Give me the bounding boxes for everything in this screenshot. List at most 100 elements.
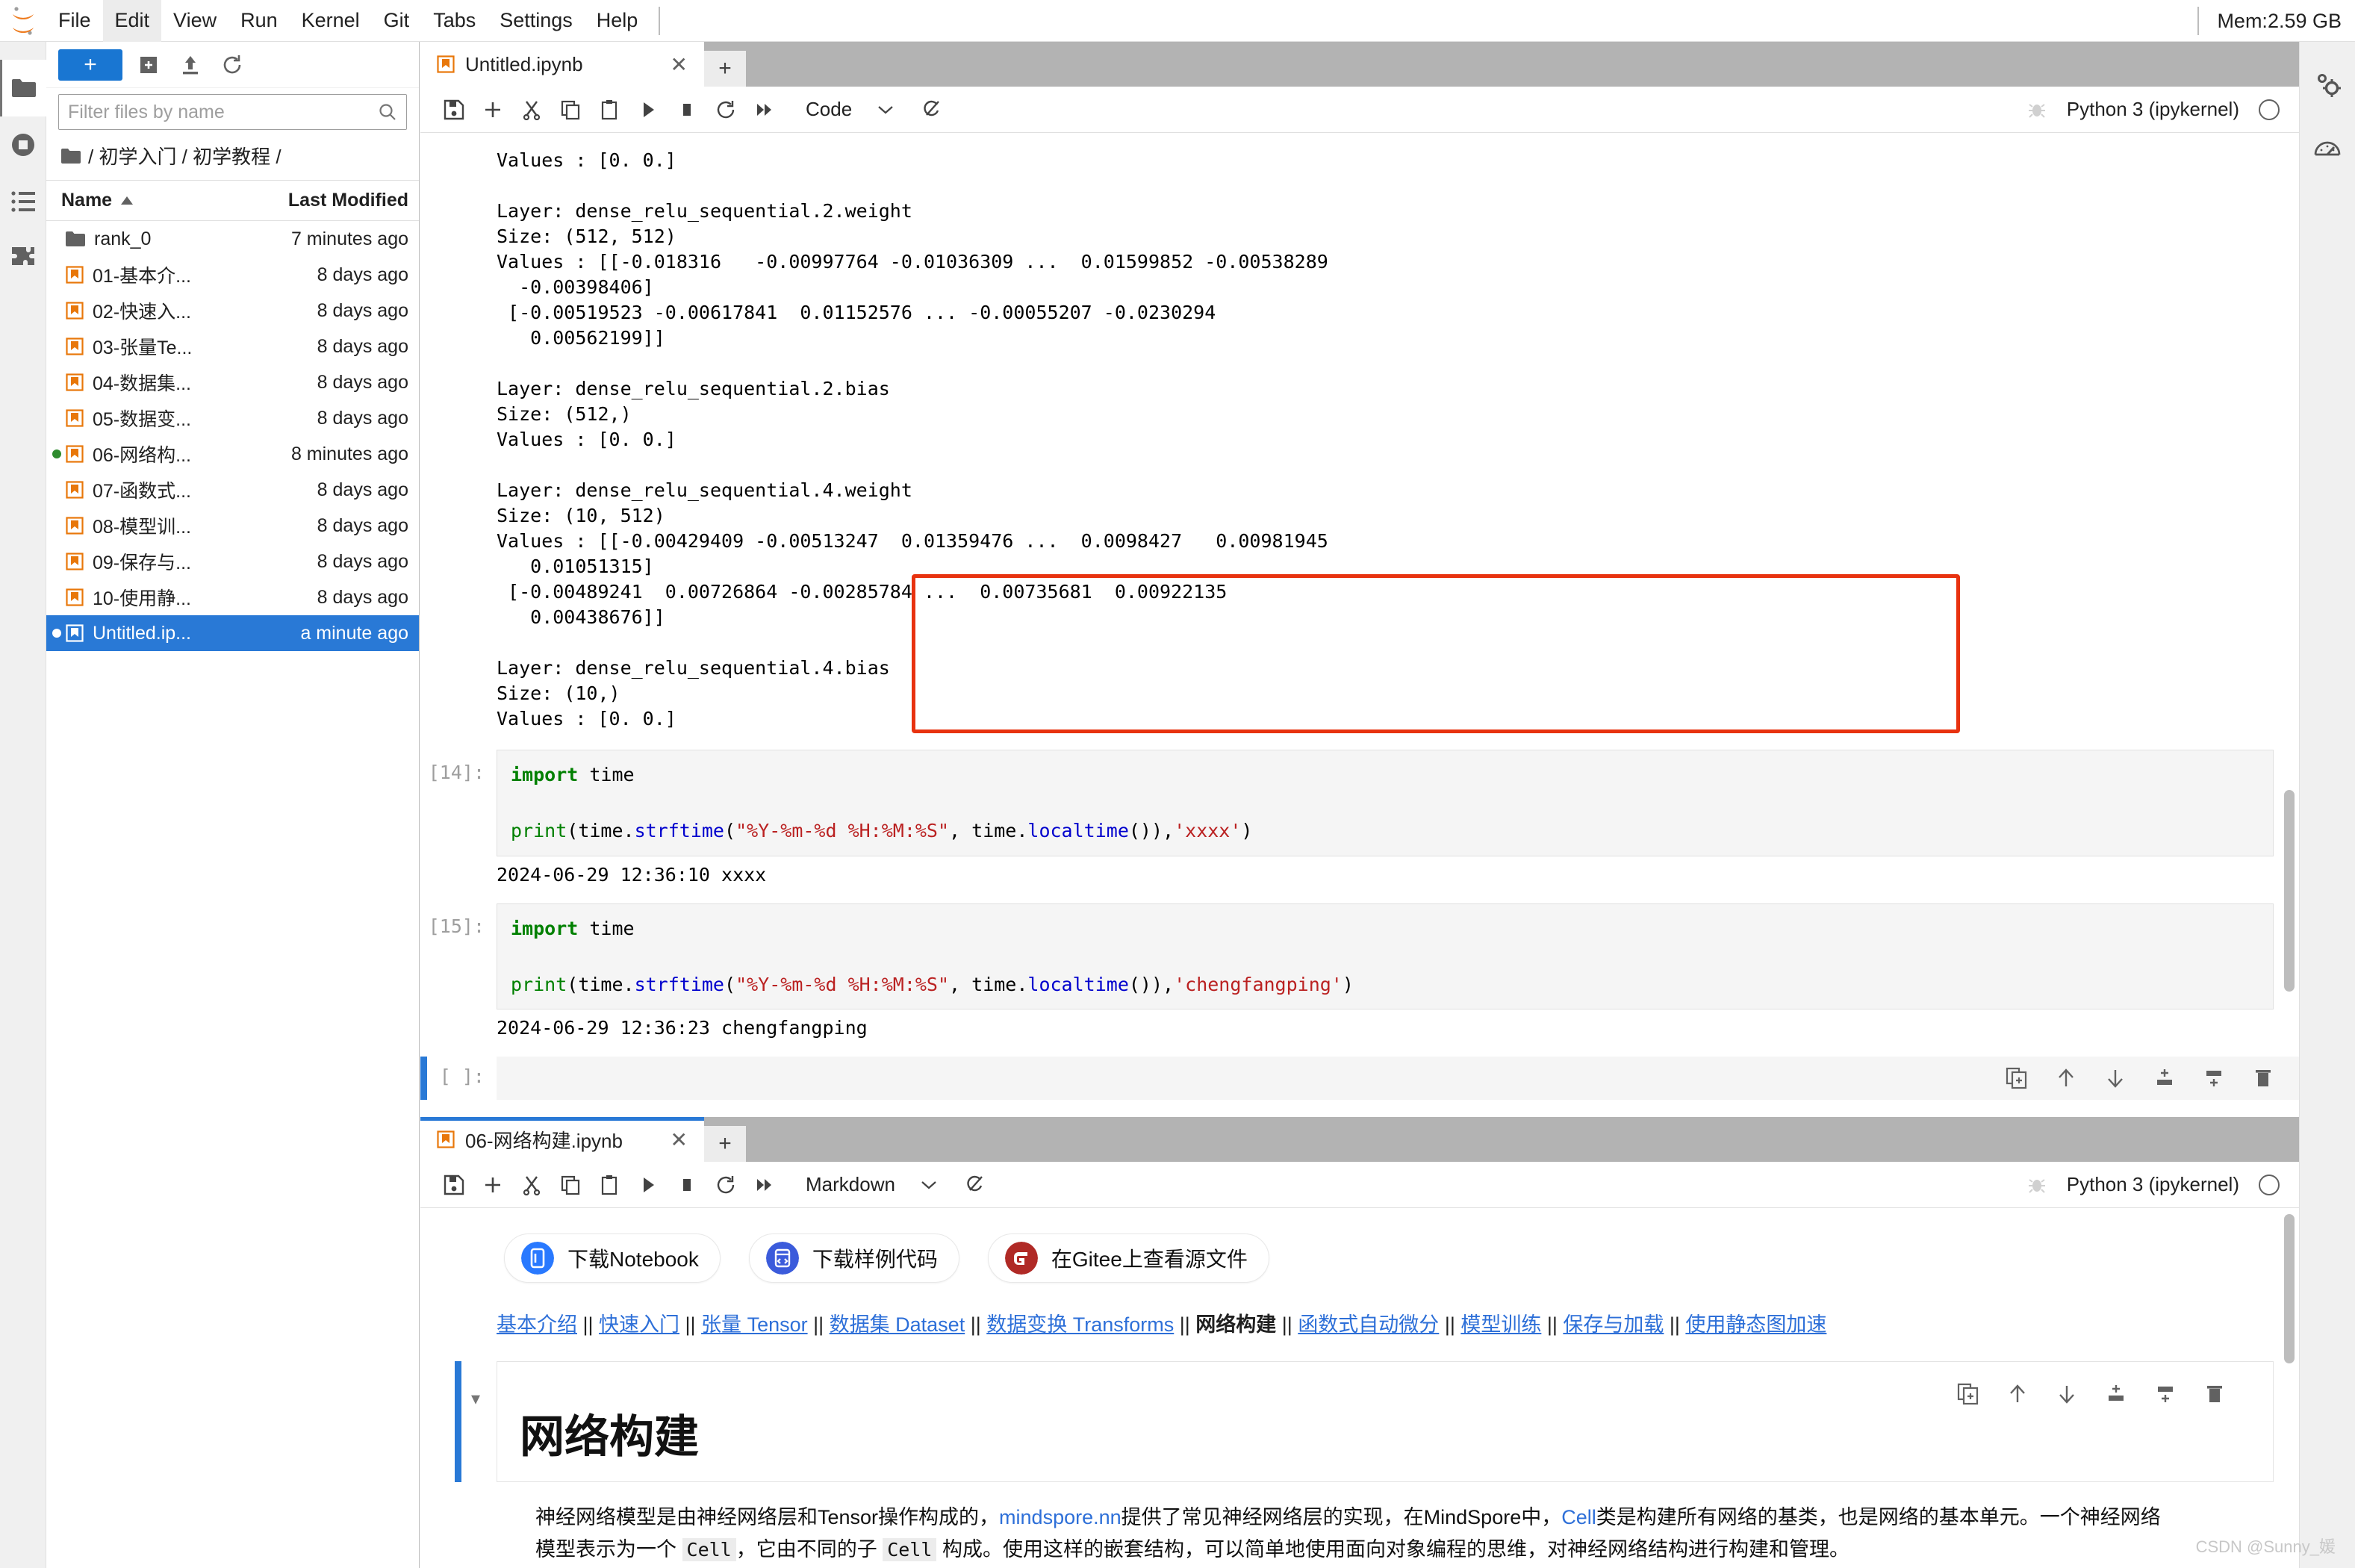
save-icon[interactable] [437,1168,471,1202]
move-down-icon[interactable] [2053,1381,2080,1407]
move-up-icon[interactable] [2053,1065,2079,1092]
cut-icon[interactable] [514,1168,549,1202]
restart-run-all-icon[interactable] [747,1168,782,1202]
save-icon[interactable] [437,93,471,127]
nav-link-7[interactable]: 模型训练 [1460,1313,1541,1336]
notebook-scrollbar-top[interactable] [2284,790,2295,992]
new-folder-icon[interactable] [133,49,164,81]
file-row-3[interactable]: 03-张量Te... 8 days ago [46,329,419,364]
insert-cell-icon[interactable] [476,93,510,127]
paste-icon[interactable] [592,93,626,127]
paste-icon[interactable] [592,1168,626,1202]
new-launcher-button[interactable]: + [58,49,122,81]
file-row-2[interactable]: 02-快速入... 8 days ago [46,293,419,329]
tab-06-wangluogoujian-ipynb[interactable]: 06-网络构建.ipynb ✕ [420,1117,704,1162]
file-row-6[interactable]: 06-网络构... 8 minutes ago [46,436,419,472]
menu-file[interactable]: File [46,0,103,42]
download-sample-code-button[interactable]: 下载样例代码 [748,1233,959,1283]
restart-kernel-icon[interactable] [709,93,743,127]
system-monitor-gauge-icon[interactable] [2300,116,2355,181]
restart-kernel-icon[interactable] [709,1168,743,1202]
breadcrumb[interactable]: / 初学入门 / 初学教程 / [46,134,419,181]
paragraph-link-3[interactable]: Cell [1561,1506,1596,1528]
nav-link-6[interactable]: 函数式自动微分 [1298,1313,1439,1336]
menu-view[interactable]: View [161,0,228,42]
menu-help[interactable]: Help [585,0,650,42]
file-browser-icon[interactable] [0,60,46,116]
nav-link-9[interactable]: 使用静态图加速 [1685,1313,1826,1336]
menu-settings[interactable]: Settings [488,0,585,42]
tab-close-icon[interactable]: ✕ [641,52,688,77]
cell-type-select-top[interactable]: Code [806,98,894,121]
download-notebook-button[interactable]: 下载Notebook [504,1233,721,1283]
menu-run[interactable]: Run [228,0,290,42]
upload-icon[interactable] [175,49,206,81]
duplicate-icon[interactable] [2003,1065,2030,1092]
cell-editor-14[interactable]: import time print(time.strftime("%Y-%m-%… [497,750,2274,856]
insert-above-icon[interactable] [2151,1065,2178,1092]
file-row-9[interactable]: 09-保存与... 8 days ago [46,544,419,579]
file-row-7[interactable]: 07-函数式... 8 days ago [46,472,419,508]
new-tab-button-bottom[interactable]: + [704,1126,746,1162]
duplicate-icon[interactable] [1955,1381,1982,1407]
menu-kernel[interactable]: Kernel [290,0,372,42]
insert-cell-icon[interactable] [476,1168,510,1202]
running-terminals-icon[interactable] [0,116,46,173]
column-header-modified[interactable]: Last Modified [270,190,419,211]
restart-run-all-icon[interactable] [747,93,782,127]
insert-below-icon[interactable] [2200,1065,2227,1092]
notebook-scrollbar-bottom[interactable] [2284,1214,2295,1363]
menu-bar: File Edit View Run Kernel Git Tabs Setti… [0,0,2355,42]
cell-editor-15[interactable]: import time print(time.strftime("%Y-%m-%… [497,903,2274,1009]
menu-tabs[interactable]: Tabs [421,0,488,42]
nav-link-1[interactable]: 快速入门 [599,1313,679,1336]
copy-icon[interactable] [553,1168,588,1202]
stop-kernel-icon[interactable] [670,93,704,127]
extension-manager-icon[interactable] [0,230,46,287]
interrupt-swirl-icon[interactable] [958,1168,992,1202]
run-cell-icon[interactable] [631,93,665,127]
run-cell-icon[interactable] [631,1168,665,1202]
nav-link-0[interactable]: 基本介绍 [497,1313,577,1336]
file-row-0[interactable]: rank_0 7 minutes ago [46,221,419,257]
markdown-rendered-box[interactable]: 网络构建 [497,1360,2274,1482]
move-up-icon[interactable] [2004,1381,2031,1407]
file-row-4[interactable]: 04-数据集... 8 days ago [46,364,419,400]
kernel-status-indicator[interactable] [2259,99,2280,120]
tab-untitled-ipynb[interactable]: Untitled.ipynb ✕ [420,42,704,87]
nav-link-8[interactable]: 保存与加载 [1563,1313,1664,1336]
cell-type-select-bottom[interactable]: Markdown [806,1173,937,1196]
column-header-name[interactable]: Name [46,190,270,211]
debugger-bug-icon[interactable] [2026,99,2047,120]
table-of-contents-icon[interactable] [0,173,46,230]
delete-icon[interactable] [2201,1381,2228,1407]
nav-link-3[interactable]: 数据集 Dataset [830,1313,965,1336]
paragraph-link-1[interactable]: mindspore.nn [999,1506,1121,1528]
file-row-11[interactable]: Untitled.ip... a minute ago [46,615,419,651]
copy-icon[interactable] [553,93,588,127]
nav-link-4[interactable]: 数据变换 Transforms [986,1313,1174,1336]
file-row-5[interactable]: 05-数据变... 8 days ago [46,400,419,436]
nav-link-2[interactable]: 张量 Tensor [701,1313,808,1336]
menu-git[interactable]: Git [372,0,422,42]
menu-edit[interactable]: Edit [102,0,162,42]
property-inspector-gear-icon[interactable] [2300,52,2355,116]
stop-kernel-icon[interactable] [670,1168,704,1202]
insert-above-icon[interactable] [2103,1381,2130,1407]
interrupt-swirl-icon[interactable] [915,93,949,127]
delete-icon[interactable] [2250,1065,2277,1092]
new-tab-button-top[interactable]: + [704,51,746,87]
insert-below-icon[interactable] [2152,1381,2179,1407]
file-row-1[interactable]: 01-基本介... 8 days ago [46,257,419,293]
cut-icon[interactable] [514,93,549,127]
file-row-8[interactable]: 08-模型训... 8 days ago [46,508,419,544]
refresh-icon[interactable] [217,49,248,81]
kernel-status-indicator[interactable] [2259,1174,2280,1195]
tab-close-icon[interactable]: ✕ [641,1127,688,1152]
filter-files-input[interactable] [68,101,378,123]
move-down-icon[interactable] [2102,1065,2129,1092]
file-filter-box[interactable] [58,94,407,130]
view-on-gitee-button[interactable]: 在Gitee上查看源文件 [987,1233,1269,1283]
debugger-bug-icon[interactable] [2026,1175,2047,1195]
file-row-10[interactable]: 10-使用静... 8 days ago [46,579,419,615]
